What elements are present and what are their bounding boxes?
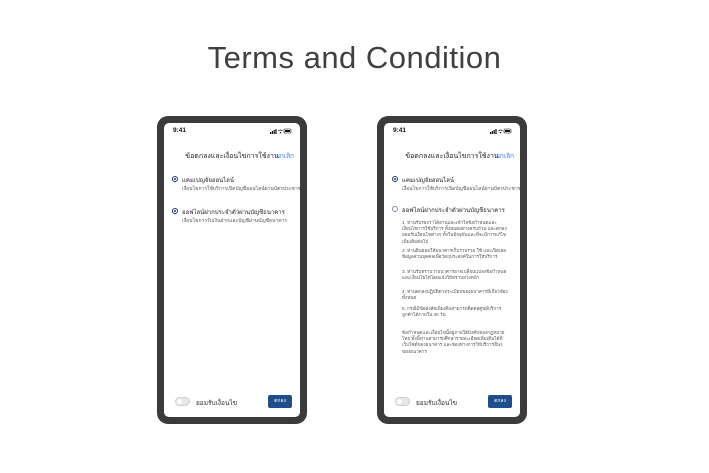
terms-paragraph: 5. กรณีมีข้อสงสัยเพิ่มเติมสามารถติดต่อศู… xyxy=(402,306,502,318)
phone-screen: 9:41 ข้อตกลงและเงื่อนไขการใช้งาน ยกเลิก xyxy=(164,123,300,417)
radio-selected-icon[interactable] xyxy=(392,176,398,182)
toggle-knob xyxy=(177,399,182,404)
option-title: แคมเปญจัยออนไลน์ xyxy=(182,178,234,184)
footer: ยอมรับเงื่อนไข ตกลง xyxy=(384,389,520,417)
page-title: Terms and Condition xyxy=(207,40,502,75)
accept-label: ยอมรับเงื่อนไข xyxy=(416,400,458,407)
cancel-button[interactable]: ยกเลิก xyxy=(276,151,294,161)
cancel-button[interactable]: ยกเลิก xyxy=(496,151,514,161)
phone-mockup-left: 9:41 ข้อตกลงและเงื่อนไขการใช้งาน ยกเลิก xyxy=(157,116,307,424)
accept-toggle[interactable] xyxy=(175,397,190,406)
phone-screen: 9:41 ข้อตกลงและเงื่อนไขการใช้งาน ยกเลิก xyxy=(384,123,520,417)
status-bar: 9:41 xyxy=(384,123,520,139)
status-time: 9:41 xyxy=(393,127,407,134)
option-description: เงื่อนไขการใช้บริการเปิดบัญชีออนไลน์ผ่าน… xyxy=(182,186,300,192)
option-title: ออฟไลน์ฝากประจำตัวผ่านบัญชีธนาคาร xyxy=(182,210,285,216)
toggle-knob xyxy=(397,399,402,404)
accept-label: ยอมรับเงื่อนไข xyxy=(196,400,238,407)
radio-selected-icon[interactable] xyxy=(172,208,178,214)
option-title: ออฟไลน์ฝากประจำตัวผ่านบัญชีธนาคาร xyxy=(402,208,505,214)
terms-paragraph: ข้อกำหนดและเงื่อนไขนี้อยู่ภายใต้บังคับขอ… xyxy=(402,330,505,354)
terms-paragraph: 2. ท่านยินยอมให้ธนาคารเก็บรวบรวม ใช้ และ… xyxy=(402,248,506,260)
radio-selected-icon[interactable] xyxy=(172,176,178,182)
ok-button[interactable]: ตกลง xyxy=(488,395,512,408)
phone-mockup-right: 9:41 ข้อตกลงและเงื่อนไขการใช้งาน ยกเลิก xyxy=(377,116,527,424)
status-icons xyxy=(270,128,292,134)
status-time: 9:41 xyxy=(173,127,187,134)
footer: ยอมรับเงื่อนไข ตกลง xyxy=(164,389,300,417)
option-description: เงื่อนไขการรับเงินฝากและบัญชีผ่านบัญชีธน… xyxy=(182,218,288,224)
radio-unselected-icon[interactable] xyxy=(392,206,398,212)
option-title: แคมเปญจัยออนไลน์ xyxy=(402,178,454,184)
ok-button[interactable]: ตกลง xyxy=(268,395,292,408)
terms-paragraph: 4. ท่านตกลงปฏิบัติตามระเบียบของธนาคารที่… xyxy=(402,289,508,301)
option-description: เงื่อนไขการใช้บริการเปิดบัญชีออนไลน์ผ่าน… xyxy=(402,186,520,192)
accept-toggle[interactable] xyxy=(395,397,410,406)
header: ข้อตกลงและเงื่อนไขการใช้งาน ยกเลิก xyxy=(164,149,300,163)
header: ข้อตกลงและเงื่อนไขการใช้งาน ยกเลิก xyxy=(384,149,520,163)
status-icons xyxy=(490,128,512,134)
status-bar: 9:41 xyxy=(164,123,300,139)
terms-paragraph: 1. ท่านรับรองว่าได้อ่านและเข้าใจข้อกำหนด… xyxy=(402,220,507,244)
terms-paragraph: 3. ท่านรับทราบว่าธนาคารอาจเปลี่ยนแปลงข้อ… xyxy=(402,269,507,281)
